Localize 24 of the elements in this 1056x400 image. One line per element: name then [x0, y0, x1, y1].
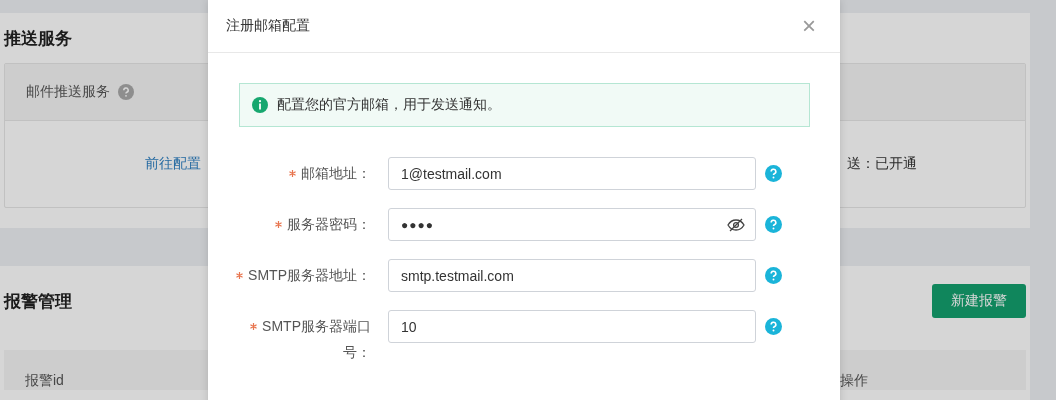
section-title: 推送服务 [4, 27, 72, 50]
field-label: 服务器密码： [275, 211, 371, 237]
column-header: 邮件推送服务 [26, 83, 110, 101]
input-field[interactable]: 10 [388, 310, 756, 343]
column-header: 报警id [25, 372, 65, 390]
field-label: SMTP服务器端口号： [226, 313, 371, 365]
eye-slash-icon[interactable] [727, 217, 745, 232]
input-field[interactable]: smtp.testmail.com [388, 259, 756, 292]
help-icon[interactable] [765, 318, 782, 335]
info-icon [252, 97, 268, 113]
column-header: 操作 [840, 372, 869, 390]
help-icon [118, 84, 134, 100]
section-title: 报警管理 [4, 290, 72, 313]
configure-link[interactable]: 前往配置 [145, 155, 201, 173]
help-icon[interactable] [765, 267, 782, 284]
status-text: 送：已开通 [847, 155, 917, 173]
dialog-title: 注册邮箱配置 [226, 17, 310, 35]
field-label: 邮箱地址： [289, 160, 371, 186]
input-field[interactable]: 1@testmail.com [388, 157, 756, 190]
password-field[interactable]: ●●●● [388, 208, 756, 241]
help-icon[interactable] [765, 165, 782, 182]
help-icon[interactable] [765, 216, 782, 233]
notice-text: 配置您的官方邮箱，用于发送通知。 [277, 96, 501, 114]
field-label: SMTP服务器地址： [236, 262, 371, 288]
